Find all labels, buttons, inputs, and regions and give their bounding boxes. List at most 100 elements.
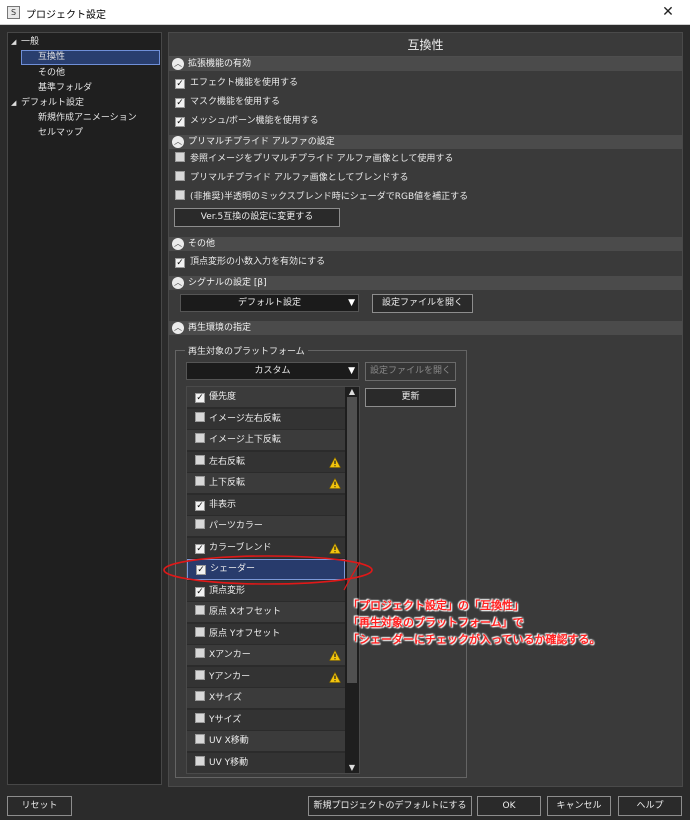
checkbox[interactable]: ✓ [196, 565, 206, 575]
tree-item-compatibility[interactable]: 互換性 [21, 50, 160, 65]
option-mask[interactable]: ✓ マスク機能を使用する [175, 95, 280, 109]
checkbox[interactable] [195, 519, 205, 529]
expand-triangle-icon[interactable]: ◢ [11, 35, 21, 50]
option-label: (非推奨)半透明のミックスブレンド時にシェーダでRGB値を補正する [190, 192, 469, 202]
option-blend-premultiplied[interactable]: プリマルチプライド アルファ画像としてブレンドする [175, 171, 409, 185]
section-header-signal[interactable]: ︿ シグナルの設定 [β] [169, 276, 682, 290]
tree-item-other[interactable]: その他 [38, 66, 65, 81]
checkbox[interactable]: ✓ [195, 543, 205, 554]
list-item-label: 原点 Xオフセット [209, 607, 282, 617]
collapse-icon[interactable]: ︿ [172, 322, 184, 334]
ver5-compat-button[interactable]: Ver.5互換の設定に変更する [174, 208, 340, 227]
list-item[interactable]: ✓ 頂点変形 [187, 580, 345, 602]
checkbox[interactable]: ✓ [175, 98, 185, 108]
list-item[interactable]: Xアンカー [187, 645, 345, 666]
checkbox[interactable] [195, 626, 205, 637]
list-item-label: Xサイズ [209, 693, 242, 703]
list-item[interactable]: ✓ 優先度 [187, 387, 345, 408]
tree-item-base-folder[interactable]: 基準フォルダ [38, 81, 92, 96]
list-item-label: 非表示 [209, 499, 237, 510]
section-header-playback[interactable]: ︿ 再生環境の指定 [169, 321, 682, 335]
tree-item-general[interactable]: ◢ 一般 [11, 35, 39, 50]
list-item[interactable]: ✓ シェーダー [187, 559, 345, 580]
tree-item-cellmap[interactable]: セルマップ [38, 126, 83, 141]
platform-dropdown[interactable]: カスタム ▼ [186, 362, 359, 380]
list-item[interactable]: ✓ 非表示 [187, 494, 345, 516]
platform-group-label: 再生対象のプラットフォーム [185, 344, 308, 357]
checkbox[interactable] [195, 648, 205, 658]
list-item[interactable]: 原点 Xオフセット [187, 602, 345, 623]
list-item-label: 頂点変形 [209, 585, 246, 596]
checkbox[interactable] [195, 669, 205, 680]
collapse-icon[interactable]: ︿ [172, 136, 184, 148]
make-default-button[interactable]: 新規プロジェクトのデフォルトにする [308, 796, 472, 816]
checkbox[interactable] [175, 152, 185, 162]
platform-open-file-button[interactable]: 設定ファイルを開く [365, 362, 456, 381]
checkbox[interactable]: ✓ [175, 117, 185, 127]
checkbox[interactable] [195, 691, 205, 701]
section-label: シグナルの設定 [β] [188, 278, 267, 288]
option-label: エフェクト機能を使用する [190, 78, 299, 88]
list-item[interactable]: パーツカラー [187, 516, 345, 537]
checkbox[interactable] [195, 411, 205, 422]
list-item[interactable]: 左右反転 [187, 451, 345, 473]
option-vertex-decimal[interactable]: ✓ 頂点変形の小数入力を有効にする [175, 255, 325, 269]
signal-open-file-button[interactable]: 設定ファイルを開く [372, 294, 473, 313]
section-header-extension[interactable]: ︿ 拡張機能の有効 [169, 57, 682, 71]
platform-feature-list[interactable]: UV Y移動 UV X移動 Yサイズ Xサイズ Yアンカー Xアンカー 原点 Yオフセット 原… [186, 386, 360, 774]
checkbox[interactable] [195, 605, 205, 615]
tree-item-default-settings[interactable]: ◢ デフォルト設定 [11, 96, 84, 111]
collapse-icon[interactable]: ︿ [172, 58, 184, 70]
checkbox[interactable] [195, 712, 205, 723]
checkbox[interactable] [195, 454, 205, 465]
section-header-other[interactable]: ︿ その他 [169, 237, 682, 251]
help-button[interactable]: ヘルプ [618, 796, 682, 816]
checkbox[interactable]: ✓ [195, 393, 205, 403]
list-item[interactable]: Yアンカー [187, 666, 345, 688]
checkbox[interactable]: ✓ [175, 258, 185, 268]
option-ref-image-premultiplied[interactable]: 参照イメージをプリマルチプライド アルファ画像として使用する [175, 152, 453, 166]
checkbox[interactable] [195, 734, 205, 744]
list-item[interactable]: 原点 Yオフセット [187, 623, 345, 645]
checkbox[interactable]: ✓ [195, 586, 205, 597]
list-item[interactable]: Xサイズ [187, 688, 345, 709]
checkbox[interactable] [195, 755, 205, 766]
list-item[interactable]: Yサイズ [187, 709, 345, 731]
signal-settings-dropdown[interactable]: デフォルト設定 ▼ [180, 294, 359, 312]
list-item[interactable]: イメージ左右反転 [187, 408, 345, 430]
option-mesh-bone[interactable]: ✓ メッシュ/ボーン機能を使用する [175, 114, 319, 128]
option-effect[interactable]: ✓ エフェクト機能を使用する [175, 76, 298, 90]
list-item[interactable]: 上下反転 [187, 473, 345, 494]
scroll-up-icon[interactable]: ▲ [345, 387, 359, 397]
expand-triangle-icon[interactable]: ◢ [11, 96, 21, 111]
list-item[interactable]: UV Y移動 [187, 752, 345, 773]
section-header-premultiplied[interactable]: ︿ プリマルチプライド アルファの設定 [169, 135, 682, 149]
tree-item-label: 新規作成アニメーション [38, 113, 137, 123]
option-shader-rgb-correct[interactable]: (非推奨)半透明のミックスブレンド時にシェーダでRGB値を補正する [175, 190, 468, 204]
platform-update-button[interactable]: 更新 [365, 388, 456, 407]
checkbox[interactable] [175, 190, 185, 200]
option-label: 頂点変形の小数入力を有効にする [190, 257, 326, 267]
checkbox[interactable] [175, 171, 185, 181]
checkbox[interactable]: ✓ [195, 500, 205, 511]
ok-button[interactable]: OK [477, 796, 541, 816]
close-icon[interactable]: ✕ [646, 0, 690, 24]
tree-item-new-animation[interactable]: 新規作成アニメーション [38, 111, 137, 126]
tree-item-label: その他 [38, 68, 66, 78]
checkbox[interactable]: ✓ [175, 79, 185, 89]
collapse-icon[interactable]: ︿ [172, 238, 184, 250]
scroll-down-icon[interactable]: ▼ [345, 763, 359, 773]
list-scrollbar[interactable]: ▲ ▼ [345, 387, 359, 773]
collapse-icon[interactable]: ︿ [172, 277, 184, 289]
list-item[interactable]: UV X移動 [187, 731, 345, 752]
window-title: プロジェクト設定 [26, 10, 106, 21]
checkbox[interactable] [195, 433, 205, 443]
cancel-button[interactable]: キャンセル [547, 796, 611, 816]
checkbox[interactable] [195, 476, 205, 486]
list-item-label: 優先度 [209, 392, 237, 402]
list-item[interactable]: ✓ カラーブレンド [187, 537, 345, 559]
tree-item-label: デフォルト設定 [21, 98, 85, 108]
list-item[interactable]: イメージ上下反転 [187, 430, 345, 451]
reset-button[interactable]: リセット [7, 796, 72, 816]
tree-item-label: セルマップ [38, 128, 84, 138]
